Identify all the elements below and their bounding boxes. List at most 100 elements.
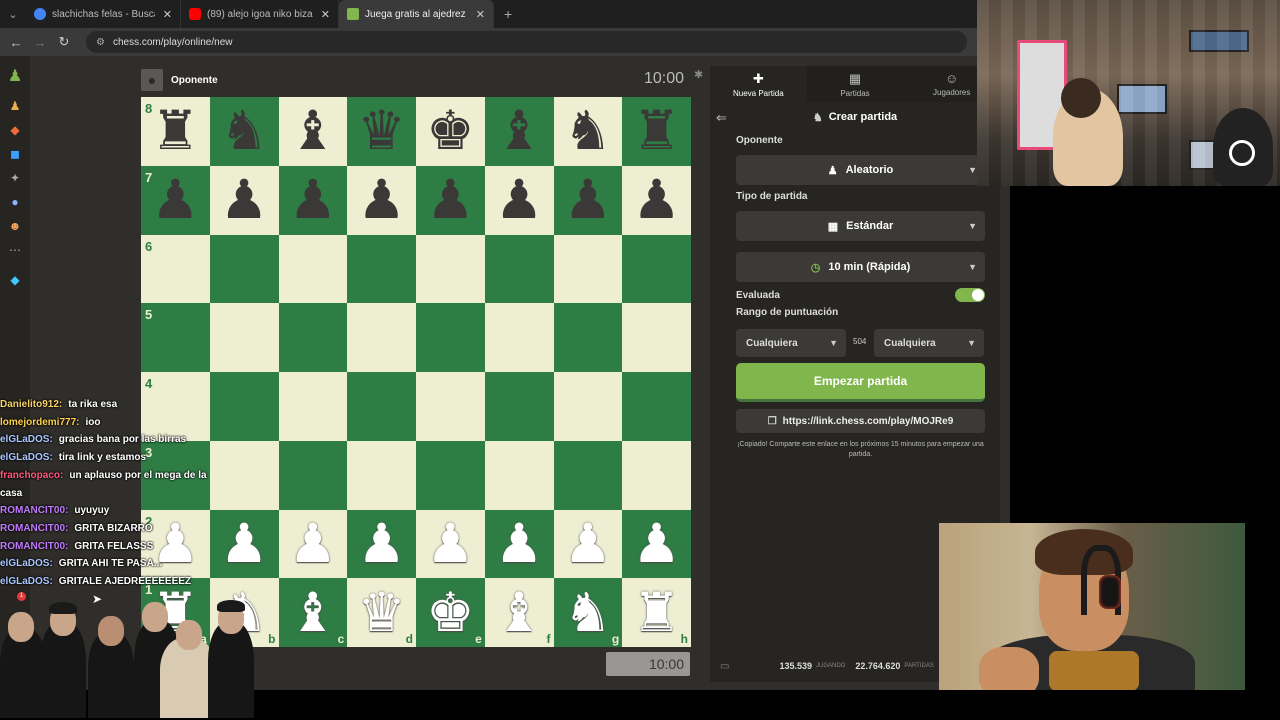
black-piece[interactable]: ♜ — [151, 104, 199, 158]
board-square[interactable]: 6 — [141, 234, 210, 304]
black-piece[interactable]: ♟ — [495, 173, 543, 227]
board-square[interactable] — [209, 303, 279, 372]
white-piece[interactable]: ♟ — [357, 516, 405, 571]
black-piece[interactable]: ♜ — [632, 104, 680, 158]
white-piece[interactable]: ♟ — [426, 516, 474, 571]
board-square[interactable] — [347, 303, 416, 372]
board-square[interactable]: ♟ — [347, 509, 416, 579]
board-square[interactable] — [278, 303, 348, 372]
board-square[interactable]: f ♝ — [484, 578, 554, 647]
browser-tab-2[interactable]: (89) alejo igoa niko bizarro - Yo ✕ — [181, 0, 339, 28]
white-piece[interactable]: ♟ — [632, 516, 680, 571]
board-square[interactable] — [484, 303, 554, 372]
black-piece[interactable]: ♟ — [632, 173, 680, 227]
chat-username[interactable]: elGLaDOS: — [0, 452, 53, 463]
board-square[interactable] — [622, 234, 691, 304]
chat-username[interactable]: lomejordemi777: — [0, 417, 79, 428]
new-tab-plus-icon[interactable]: + — [504, 6, 512, 22]
chat-username[interactable]: elGLaDOS: — [0, 576, 53, 587]
chat-username[interactable]: elGLaDOS: — [0, 558, 53, 569]
board-square[interactable] — [347, 234, 416, 304]
board-square[interactable] — [347, 440, 416, 510]
black-piece[interactable]: ♟ — [426, 173, 474, 227]
board-square[interactable]: ♟ — [347, 165, 416, 235]
board-square[interactable] — [416, 303, 485, 372]
rated-toggle[interactable] — [955, 288, 985, 302]
white-piece[interactable]: ♝ — [495, 585, 543, 640]
address-bar[interactable]: ⚙ chess.com/play/online/new — [86, 31, 967, 53]
board-square[interactable] — [622, 372, 691, 441]
chat-username[interactable]: ROMANCIT00: — [0, 523, 68, 534]
chat-username[interactable]: franchopaco: — [0, 470, 63, 481]
board-square[interactable] — [622, 440, 691, 510]
puzzles-icon[interactable]: ◆ — [7, 122, 23, 138]
more-icon[interactable]: ⋯ — [7, 242, 23, 258]
board-square[interactable]: ♟ — [622, 165, 691, 235]
board-square[interactable]: ♟ — [484, 509, 554, 579]
board-settings-gear-icon[interactable]: ✱ — [694, 68, 703, 81]
board-square[interactable] — [278, 440, 348, 510]
board-square[interactable]: ♞ — [553, 97, 623, 166]
board-square[interactable] — [622, 303, 691, 372]
board-square[interactable]: ♛ — [347, 97, 416, 166]
forward-arrow-icon[interactable]: → — [28, 35, 52, 50]
board-square[interactable]: ♟ — [553, 509, 623, 579]
board-square[interactable]: g ♞ — [553, 578, 623, 647]
board-square[interactable]: ♟ — [416, 165, 485, 235]
social-icon[interactable]: ☻ — [7, 218, 23, 234]
board-square[interactable]: ♜ — [622, 97, 691, 166]
close-tab-icon[interactable]: ✕ — [163, 8, 172, 21]
chat-username[interactable]: ROMANCIT00: — [0, 505, 68, 516]
reload-icon[interactable]: ↻ — [52, 34, 76, 50]
black-piece[interactable]: ♝ — [495, 104, 543, 158]
close-tab-icon[interactable]: ✕ — [321, 8, 330, 21]
white-piece[interactable]: ♝ — [289, 585, 337, 640]
news-icon[interactable]: ● — [7, 194, 23, 210]
board-square[interactable] — [484, 440, 554, 510]
game-type-select[interactable]: ▦ Estándar ▼ — [736, 211, 985, 241]
board-square[interactable] — [553, 303, 623, 372]
start-game-button[interactable]: Empezar partida — [736, 363, 985, 402]
board-square[interactable] — [553, 234, 623, 304]
chat-username[interactable]: ROMANCIT00: — [0, 541, 68, 552]
watch-icon[interactable]: ✦ — [7, 170, 23, 186]
board-square[interactable]: d ♛ — [347, 578, 416, 647]
white-piece[interactable]: ♚ — [426, 585, 474, 640]
black-piece[interactable]: ♛ — [357, 104, 405, 158]
time-control-select[interactable]: ◷ 10 min (Rápida) ▼ — [736, 252, 985, 282]
white-piece[interactable]: ♞ — [564, 585, 612, 640]
black-piece[interactable]: ♞ — [564, 104, 612, 158]
chat-username[interactable]: elGLaDOS: — [0, 434, 53, 445]
board-square[interactable]: ♟ — [416, 509, 485, 579]
board-square[interactable] — [278, 372, 348, 441]
black-piece[interactable]: ♟ — [220, 173, 268, 227]
tab-new-game[interactable]: ✚ Nueva Partida — [710, 66, 807, 102]
board-square[interactable] — [416, 440, 485, 510]
close-tab-icon[interactable]: ✕ — [476, 8, 485, 21]
white-piece[interactable]: ♛ — [357, 585, 405, 640]
board-square[interactable]: ♝ — [278, 97, 348, 166]
board-square[interactable]: h ♜ — [622, 578, 691, 647]
browser-tab-3[interactable]: Juega gratis al ajedrez online c ✕ — [339, 0, 494, 28]
chat-icon[interactable]: ▭ — [720, 661, 729, 672]
tab-search-chevron-icon[interactable]: ⌄ — [0, 0, 26, 28]
board-square[interactable] — [484, 234, 554, 304]
black-piece[interactable]: ♟ — [151, 173, 199, 227]
learn-icon[interactable]: ◼ — [7, 146, 23, 162]
chat-username[interactable]: Danielito912: — [0, 399, 62, 410]
tab-games[interactable]: ▦ Partidas — [807, 66, 904, 102]
board-square[interactable]: 5 — [141, 303, 210, 372]
white-piece[interactable]: ♟ — [289, 516, 337, 571]
black-piece[interactable]: ♝ — [289, 104, 337, 158]
black-piece[interactable]: ♚ — [426, 104, 474, 158]
board-square[interactable] — [553, 440, 623, 510]
board-square[interactable]: ♟ — [209, 165, 279, 235]
board-square[interactable]: ♟ — [553, 165, 623, 235]
invite-link-button[interactable]: ❐ https://link.chess.com/play/MOJRe9 — [736, 409, 985, 433]
black-piece[interactable]: ♟ — [357, 173, 405, 227]
board-square[interactable] — [416, 234, 485, 304]
board-square[interactable]: ♟ — [484, 165, 554, 235]
board-square[interactable]: ♟ — [278, 165, 348, 235]
board-square[interactable]: ♞ — [209, 97, 279, 166]
browser-tab-1[interactable]: slachichas felas - Buscar con Go ✕ — [26, 0, 181, 28]
